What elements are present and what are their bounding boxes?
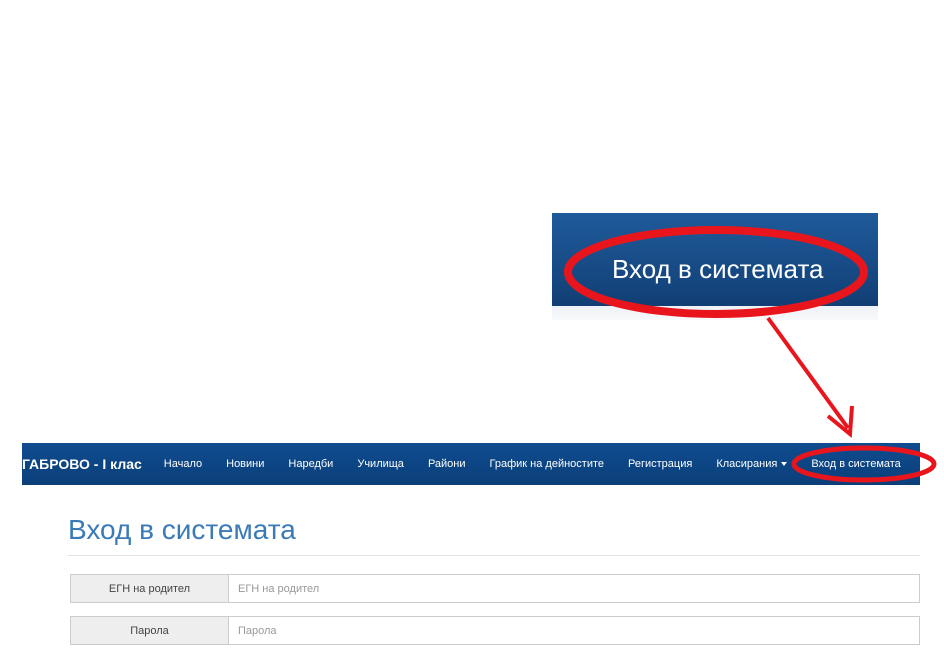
password-label: Парола [70, 616, 229, 645]
title-divider [68, 555, 920, 556]
nav-item-registration[interactable]: Регистрация [628, 458, 692, 470]
annotation-arrow-head-icon [826, 405, 854, 438]
zoomed-login-callout: Вход в системата [552, 213, 878, 320]
navbar: ГАБРОВО - I клас Начало Новини Наредби У… [22, 443, 920, 485]
password-row: Парола Парола [70, 616, 920, 645]
page-title: Вход в системата [68, 514, 296, 545]
navbar-brand[interactable]: ГАБРОВО - I клас [22, 456, 142, 472]
nav-item-districts[interactable]: Райони [428, 458, 466, 470]
annotation-arrow-line [766, 316, 850, 430]
nav-item-regulations[interactable]: Наредби [288, 458, 333, 470]
nav-item-news[interactable]: Новини [226, 458, 264, 470]
egn-row: ЕГН на родител ЕГН на родител [70, 574, 920, 603]
nav-item-rankings-label: Класирания [716, 458, 778, 470]
nav-item-login[interactable]: Вход в системата [811, 458, 901, 470]
nav-item-schools[interactable]: Училища [357, 458, 404, 470]
caret-down-icon [781, 462, 788, 467]
nav-item-schedule[interactable]: График на дейностите [490, 458, 604, 470]
nav-item-home[interactable]: Начало [164, 458, 202, 470]
annotation-overlay [564, 226, 937, 483]
nav-item-rankings-dropdown[interactable]: Класирания [716, 458, 788, 470]
egn-label: ЕГН на родител [70, 574, 229, 603]
zoom-bottom-strip [552, 306, 878, 320]
zoomed-login-label: Вход в системата [612, 254, 824, 284]
egn-input[interactable]: ЕГН на родител [229, 574, 920, 603]
password-input[interactable]: Парола [229, 616, 920, 645]
